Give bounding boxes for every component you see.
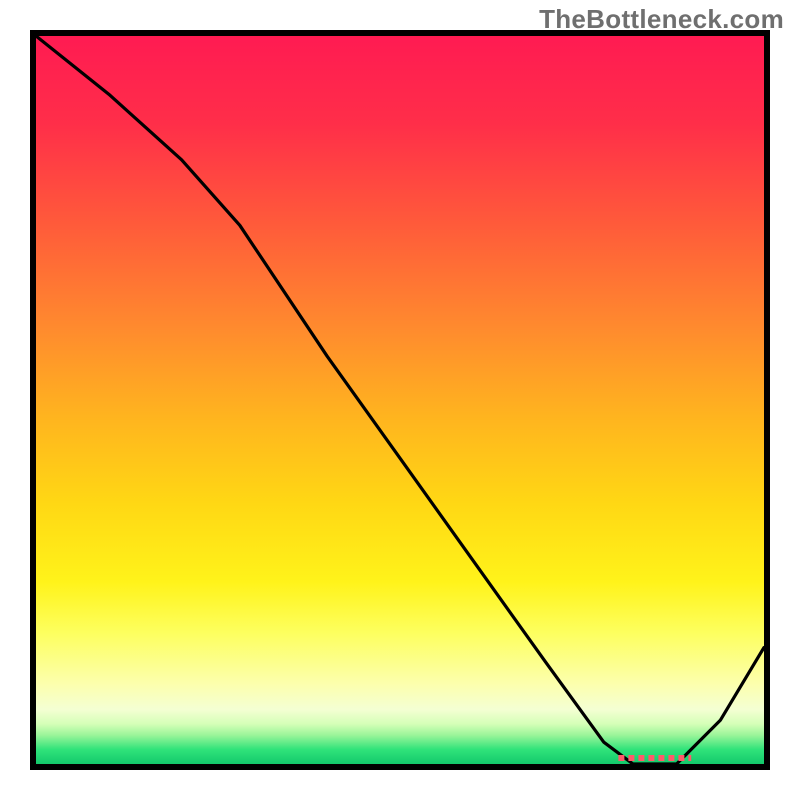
curve-line xyxy=(36,36,764,764)
plot-area xyxy=(30,30,770,770)
bottleneck-curve xyxy=(36,36,764,764)
chart-container: TheBottleneck.com xyxy=(0,0,800,800)
